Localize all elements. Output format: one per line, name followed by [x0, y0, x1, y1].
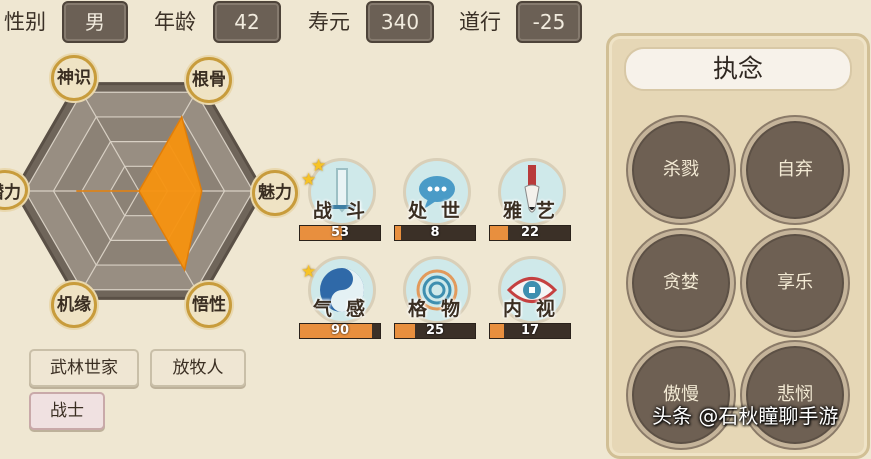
- skill-bar: 8: [394, 225, 476, 241]
- tag-wulin-shijia[interactable]: 武林世家: [29, 349, 139, 387]
- skill-gewu[interactable]: 格物 25: [394, 256, 478, 342]
- skill-value: 8: [430, 225, 440, 240]
- age-value: 42: [213, 1, 281, 43]
- skill-value: 90: [330, 323, 350, 338]
- attr-jiyuan-badge: 机缘: [51, 282, 97, 328]
- star-icon: ★: [301, 170, 317, 190]
- skill-name: 战斗: [313, 200, 380, 222]
- tag-fangmuren[interactable]: 放牧人: [150, 349, 246, 387]
- obsession-aoman-button[interactable]: 傲慢: [628, 342, 734, 448]
- skill-zhandou[interactable]: ★ ★ 战斗 53: [299, 156, 383, 244]
- obsession-xiangle-button[interactable]: 享乐: [742, 230, 848, 336]
- skill-name: 气感: [313, 298, 380, 320]
- daoxing-label: 道行: [459, 10, 501, 34]
- skill-chushi[interactable]: 处世 8: [394, 158, 478, 244]
- lifespan-value: 340: [366, 1, 434, 43]
- skill-name: 处世: [408, 200, 475, 222]
- obsession-ziqi-button[interactable]: 自弃: [742, 117, 848, 223]
- skill-name: 雅艺: [503, 200, 570, 222]
- age-label: 年龄: [154, 10, 196, 34]
- skill-bar: 22: [489, 225, 571, 241]
- skill-name: 格物: [408, 298, 475, 320]
- attr-gengu-badge: 根骨: [186, 57, 232, 103]
- skill-value: 25: [425, 323, 445, 338]
- gender-label: 性别: [4, 10, 46, 34]
- obsession-beimin-button[interactable]: 悲悯: [742, 342, 848, 448]
- attr-shenshi-badge: 神识: [51, 55, 97, 101]
- lifespan-label: 寿元: [308, 10, 350, 34]
- skill-name: 内视: [503, 298, 570, 320]
- attr-meili-badge: 魅力: [252, 170, 298, 216]
- skill-value: 22: [520, 225, 540, 240]
- skill-bar: 53: [299, 225, 381, 241]
- daoxing-value: -25: [516, 1, 582, 43]
- skill-qigan[interactable]: ★ 气感 90: [299, 256, 383, 342]
- tag-zhanshi[interactable]: 战士: [29, 392, 105, 430]
- gender-value: 男: [62, 1, 128, 43]
- skill-bar: 25: [394, 323, 476, 339]
- obsession-tanlan-button[interactable]: 贪婪: [628, 230, 734, 336]
- star-icon: ★: [301, 262, 317, 282]
- skill-yayi[interactable]: 雅艺 22: [489, 158, 573, 244]
- skill-value: 53: [330, 225, 350, 240]
- attr-wuxing-badge: 悟性: [186, 282, 232, 328]
- skill-bar: 90: [299, 323, 381, 339]
- obsession-shalu-button[interactable]: 杀戮: [628, 117, 734, 223]
- watermark: 头条 @石秋瞳聊手游: [652, 404, 839, 428]
- skill-bar: 17: [489, 323, 571, 339]
- obsession-title: 执念: [624, 47, 852, 91]
- skill-value: 17: [520, 323, 540, 338]
- skill-neishi[interactable]: 内视 17: [489, 256, 573, 342]
